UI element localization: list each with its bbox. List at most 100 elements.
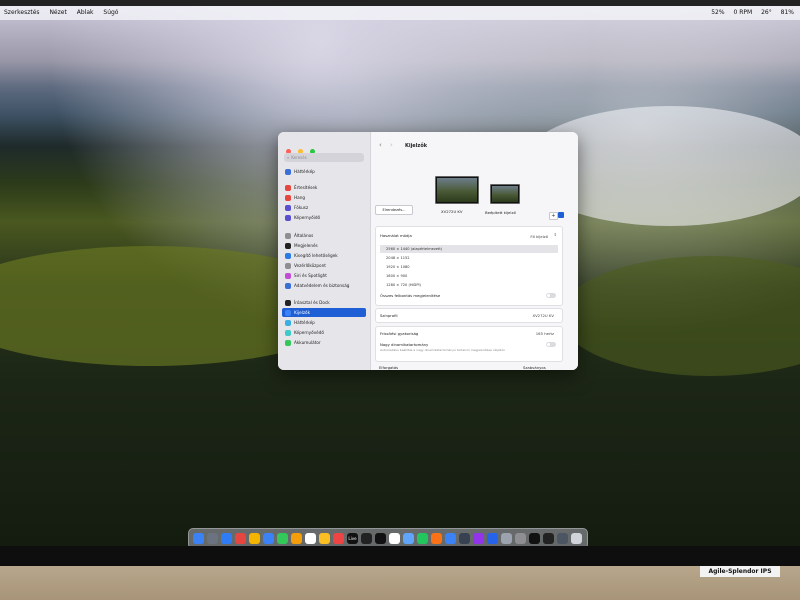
resolution-option[interactable]: 1280 × 720 (HiDPI) — [380, 281, 558, 289]
sidebar-item-label: Kijelzők — [294, 310, 310, 315]
dock-app-icon[interactable] — [529, 533, 540, 544]
menu-view[interactable]: Nézet — [49, 9, 66, 16]
hdr-label: Nagy dinamikatartomány — [380, 342, 429, 347]
resolution-option[interactable]: 1920 × 1080 — [380, 263, 558, 271]
brand-sticker: Agile-Splendor IPS — [700, 566, 780, 577]
dock-app-icon[interactable] — [249, 533, 260, 544]
sidebar-item-label: Értesítések — [294, 185, 318, 190]
sidebar-item[interactable]: Képernyőidő — [282, 213, 366, 222]
menu-edit[interactable]: Szerkesztés — [4, 9, 40, 16]
color-profile-select[interactable]: XV272U KV — [532, 313, 554, 318]
dock-app-icon[interactable] — [319, 533, 330, 544]
dock-app-icon[interactable] — [235, 533, 246, 544]
sidebar-item-label: Íróasztal és Dock — [294, 300, 330, 305]
sidebar-item-label: Akkumulátor — [294, 340, 321, 345]
dock-app-icon[interactable] — [417, 533, 428, 544]
dock-app-icon[interactable] — [263, 533, 274, 544]
use-as-label: Használat módja — [380, 233, 412, 238]
nav-arrows: ‹ › — [379, 141, 393, 149]
display-thumb-builtin[interactable] — [490, 184, 520, 204]
sidebar-item-icon — [285, 195, 291, 201]
resolution-label: 1280 × 720 (HiDPI) — [386, 283, 421, 287]
temp-status[interactable]: 26° — [761, 9, 772, 16]
battery-status[interactable]: 81% — [781, 9, 794, 16]
sidebar-item[interactable]: Értesítések — [282, 183, 366, 192]
menu-help[interactable]: Súgó — [103, 9, 118, 16]
dock-app-icon[interactable] — [543, 533, 554, 544]
sidebar-item-icon — [285, 310, 291, 316]
dock-app-icon[interactable] — [375, 533, 386, 544]
sidebar-item[interactable]: Fókusz — [282, 203, 366, 212]
display-thumb-external[interactable] — [435, 176, 479, 204]
sidebar-item[interactable]: Adatvédelem és biztonság — [282, 281, 366, 290]
dock: Live — [188, 528, 588, 546]
resolution-option[interactable]: 1600 × 900 — [380, 272, 558, 280]
dock-app-icon[interactable] — [291, 533, 302, 544]
dock-app-icon[interactable] — [305, 533, 316, 544]
hdr-toggle[interactable] — [546, 342, 556, 347]
resolution-option[interactable]: 2560 × 1440 (alapértelmezett) — [380, 245, 558, 253]
dock-app-icon[interactable] — [403, 533, 414, 544]
add-display-menu-chevron-icon[interactable] — [558, 212, 564, 218]
sidebar-item-label: Képernyővédő — [294, 330, 324, 335]
forward-chevron-icon[interactable]: › — [390, 141, 393, 149]
dock-app-icon[interactable] — [431, 533, 442, 544]
dock-app-icon[interactable] — [571, 533, 582, 544]
dock-app-icon[interactable] — [473, 533, 484, 544]
sidebar-item-label: Hang — [294, 195, 306, 200]
memory-status[interactable]: 52% — [711, 9, 724, 16]
dock-app-icon[interactable] — [557, 533, 568, 544]
resolution-label: 1600 × 900 — [386, 274, 408, 278]
sidebar-item[interactable]: Kisegítő lehetőségek — [282, 251, 366, 260]
sidebar-item[interactable]: Íróasztal és Dock — [282, 298, 366, 307]
dock-app-icon[interactable] — [193, 533, 204, 544]
resolution-panel: Használat módja Fő kijelző ⇕ 2560 × 1440… — [375, 226, 563, 306]
add-display-button[interactable]: + — [549, 212, 558, 220]
dock-app-icon[interactable] — [487, 533, 498, 544]
sidebar-item-icon — [285, 243, 291, 249]
dock-app-icon[interactable] — [221, 533, 232, 544]
sidebar-item[interactable]: Képernyővédő — [282, 328, 366, 337]
resolution-option[interactable]: 2048 × 1152 — [380, 254, 558, 262]
use-as-select[interactable]: Fő kijelző — [530, 234, 548, 239]
displays-pane: ‹ › Kijelzők XV272U KV Beépített kijelző… — [371, 132, 578, 370]
dock-app-icon[interactable] — [501, 533, 512, 544]
sidebar-item-icon — [285, 215, 291, 221]
back-chevron-icon[interactable]: ‹ — [379, 141, 382, 149]
dock-app-icon[interactable] — [361, 533, 372, 544]
menu-window[interactable]: Ablak — [77, 9, 94, 16]
sidebar-item[interactable]: Siri és Spotlight — [282, 271, 366, 280]
rotation-select[interactable]: Szabványos — [523, 365, 546, 370]
sidebar-item[interactable]: Akkumulátor — [282, 338, 366, 347]
hill-right — [560, 256, 800, 376]
sidebar-item-icon — [285, 233, 291, 239]
search-input[interactable]: ⌕ Keresés — [284, 153, 364, 162]
sidebar-item[interactable]: Hang — [282, 193, 366, 202]
dock-app-icon[interactable] — [389, 533, 400, 544]
refresh-select[interactable]: 165 hertz — [536, 331, 554, 336]
fan-status[interactable]: 0 RPM — [733, 9, 752, 16]
dock-app-icon[interactable] — [459, 533, 470, 544]
rotation-label: Elforgatás — [379, 365, 399, 370]
sidebar-item[interactable]: Háttérkép — [282, 318, 366, 327]
sidebar-item[interactable]: Megjelenés — [282, 241, 366, 250]
sidebar-item-label: Háttérkép — [294, 169, 315, 174]
dock-app-icon[interactable]: Live — [347, 533, 358, 544]
sidebar-item[interactable]: Háttérkép — [282, 167, 366, 176]
dock-app-icon[interactable] — [445, 533, 456, 544]
sidebar-item-label: Adatvédelem és biztonság — [294, 283, 350, 288]
dock-app-icon[interactable] — [333, 533, 344, 544]
sidebar-item[interactable]: Kijelzők — [282, 308, 366, 317]
dock-app-icon[interactable] — [207, 533, 218, 544]
sidebar: ⌕ Keresés Háttérkép Értesítések Hang Fókusz K… — [278, 132, 371, 370]
arrange-button[interactable]: Elrendezés... — [375, 205, 413, 215]
sidebar-item-icon — [285, 263, 291, 269]
sidebar-item-icon — [285, 320, 291, 326]
sidebar-item[interactable]: Általános — [282, 231, 366, 240]
sidebar-item-label: Általános — [294, 233, 314, 238]
hdr-description: Automatikus beállítás a nagy dinamikatar… — [380, 348, 506, 352]
sidebar-item[interactable]: Vezérlőközpont — [282, 261, 366, 270]
dock-app-icon[interactable] — [277, 533, 288, 544]
show-all-toggle[interactable] — [546, 293, 556, 298]
dock-app-icon[interactable] — [515, 533, 526, 544]
